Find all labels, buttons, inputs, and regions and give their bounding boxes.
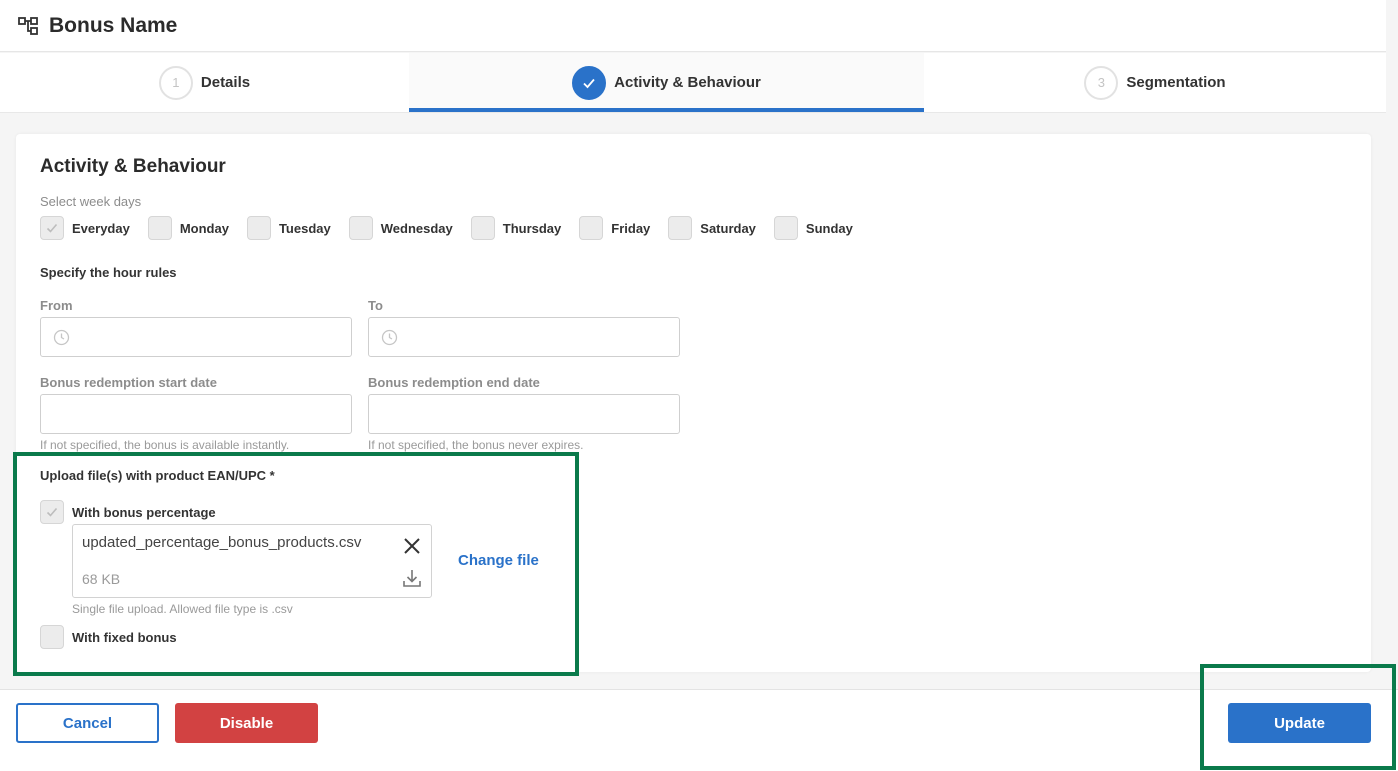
weekday-label: Monday — [179, 220, 229, 236]
from-time-input[interactable] — [40, 317, 352, 357]
disable-button[interactable]: Disable — [175, 703, 318, 743]
checkbox[interactable] — [579, 216, 604, 240]
weekday-label: Saturday — [700, 220, 756, 236]
weekday-checkbox-group: Everyday Monday Tuesday Wednesday Thursd… — [40, 216, 871, 240]
check-icon — [583, 78, 595, 88]
with-bonus-percentage-option[interactable]: With bonus percentage — [40, 500, 216, 524]
checkbox[interactable] — [147, 216, 172, 240]
step-label: Activity & Behaviour — [614, 74, 761, 91]
weekdays-label: Select week days — [40, 194, 142, 209]
step-number: 3 — [1084, 65, 1119, 100]
checkbox[interactable] — [668, 216, 693, 240]
step-number: 1 — [158, 65, 193, 100]
update-button[interactable]: Update — [1228, 703, 1371, 743]
weekday-saturday[interactable]: Saturday — [668, 216, 756, 240]
end-date-label: Bonus redemption end date — [368, 375, 540, 390]
file-size: 68 KB — [82, 571, 121, 587]
hour-rules-label: Specify the hour rules — [40, 265, 177, 280]
check-icon — [46, 507, 58, 517]
stepper: 1 Details Activity & Behaviour 3 Segment… — [0, 53, 1386, 113]
activity-card: Activity & Behaviour Select week days Ev… — [16, 134, 1371, 672]
page: Bonus Name 1 Details Activity & Behaviou… — [0, 0, 1398, 771]
step-complete-badge — [572, 65, 607, 100]
checkbox[interactable] — [348, 216, 373, 240]
close-icon[interactable] — [401, 535, 423, 557]
clock-icon — [381, 329, 398, 345]
footer-actions: Cancel Disable Update — [0, 689, 1398, 771]
weekday-label: Thursday — [502, 220, 562, 236]
weekday-thursday[interactable]: Thursday — [470, 216, 562, 240]
from-label: From — [40, 298, 73, 313]
weekday-label: Everyday — [72, 220, 130, 236]
to-label: To — [368, 298, 383, 313]
download-icon[interactable] — [401, 567, 423, 589]
checkbox[interactable] — [773, 216, 798, 240]
uploaded-file-card: updated_percentage_bonus_products.csv 68… — [72, 524, 432, 598]
weekday-sunday[interactable]: Sunday — [773, 216, 853, 240]
cancel-button[interactable]: Cancel — [16, 703, 159, 743]
weekday-label: Wednesday — [380, 220, 453, 236]
page-header: Bonus Name — [0, 0, 1386, 52]
upload-hint: Single file upload. Allowed file type is… — [72, 602, 293, 616]
check-icon — [46, 223, 58, 233]
weekday-label: Tuesday — [278, 220, 331, 236]
end-date-input[interactable] — [368, 394, 680, 434]
option-label: With bonus percentage — [72, 504, 216, 520]
to-time-input[interactable] — [368, 317, 680, 357]
checkbox-checked[interactable] — [40, 216, 64, 240]
with-fixed-bonus-option[interactable]: With fixed bonus — [40, 625, 177, 649]
clock-icon — [53, 329, 70, 345]
weekday-label: Sunday — [805, 220, 853, 236]
weekday-friday[interactable]: Friday — [579, 216, 650, 240]
weekday-tuesday[interactable]: Tuesday — [246, 216, 331, 240]
weekday-everyday[interactable]: Everyday — [40, 216, 130, 240]
upload-title: Upload file(s) with product EAN/UPC * — [40, 468, 275, 483]
weekday-monday[interactable]: Monday — [147, 216, 229, 240]
start-date-input[interactable] — [40, 394, 352, 434]
step-details[interactable]: 1 Details — [0, 53, 409, 112]
page-title: Bonus Name — [49, 13, 178, 37]
start-date-label: Bonus redemption start date — [40, 375, 217, 390]
change-file-link[interactable]: Change file — [458, 552, 539, 569]
checkbox[interactable] — [470, 216, 495, 240]
sitemap-icon — [18, 16, 38, 35]
weekday-wednesday[interactable]: Wednesday — [348, 216, 453, 240]
option-label: With fixed bonus — [72, 629, 177, 645]
file-name: updated_percentage_bonus_products.csv — [82, 534, 362, 551]
end-date-hint: If not specified, the bonus never expire… — [368, 438, 584, 452]
section-title: Activity & Behaviour — [40, 156, 226, 177]
step-activity-behaviour[interactable]: Activity & Behaviour — [409, 53, 924, 112]
checkbox-checked[interactable] — [40, 500, 64, 524]
step-label: Segmentation — [1126, 74, 1226, 91]
step-segmentation[interactable]: 3 Segmentation — [924, 53, 1386, 112]
checkbox[interactable] — [40, 625, 64, 649]
start-date-hint: If not specified, the bonus is available… — [40, 438, 290, 452]
weekday-label: Friday — [611, 220, 651, 236]
step-label: Details — [200, 74, 251, 91]
checkbox[interactable] — [246, 216, 271, 240]
